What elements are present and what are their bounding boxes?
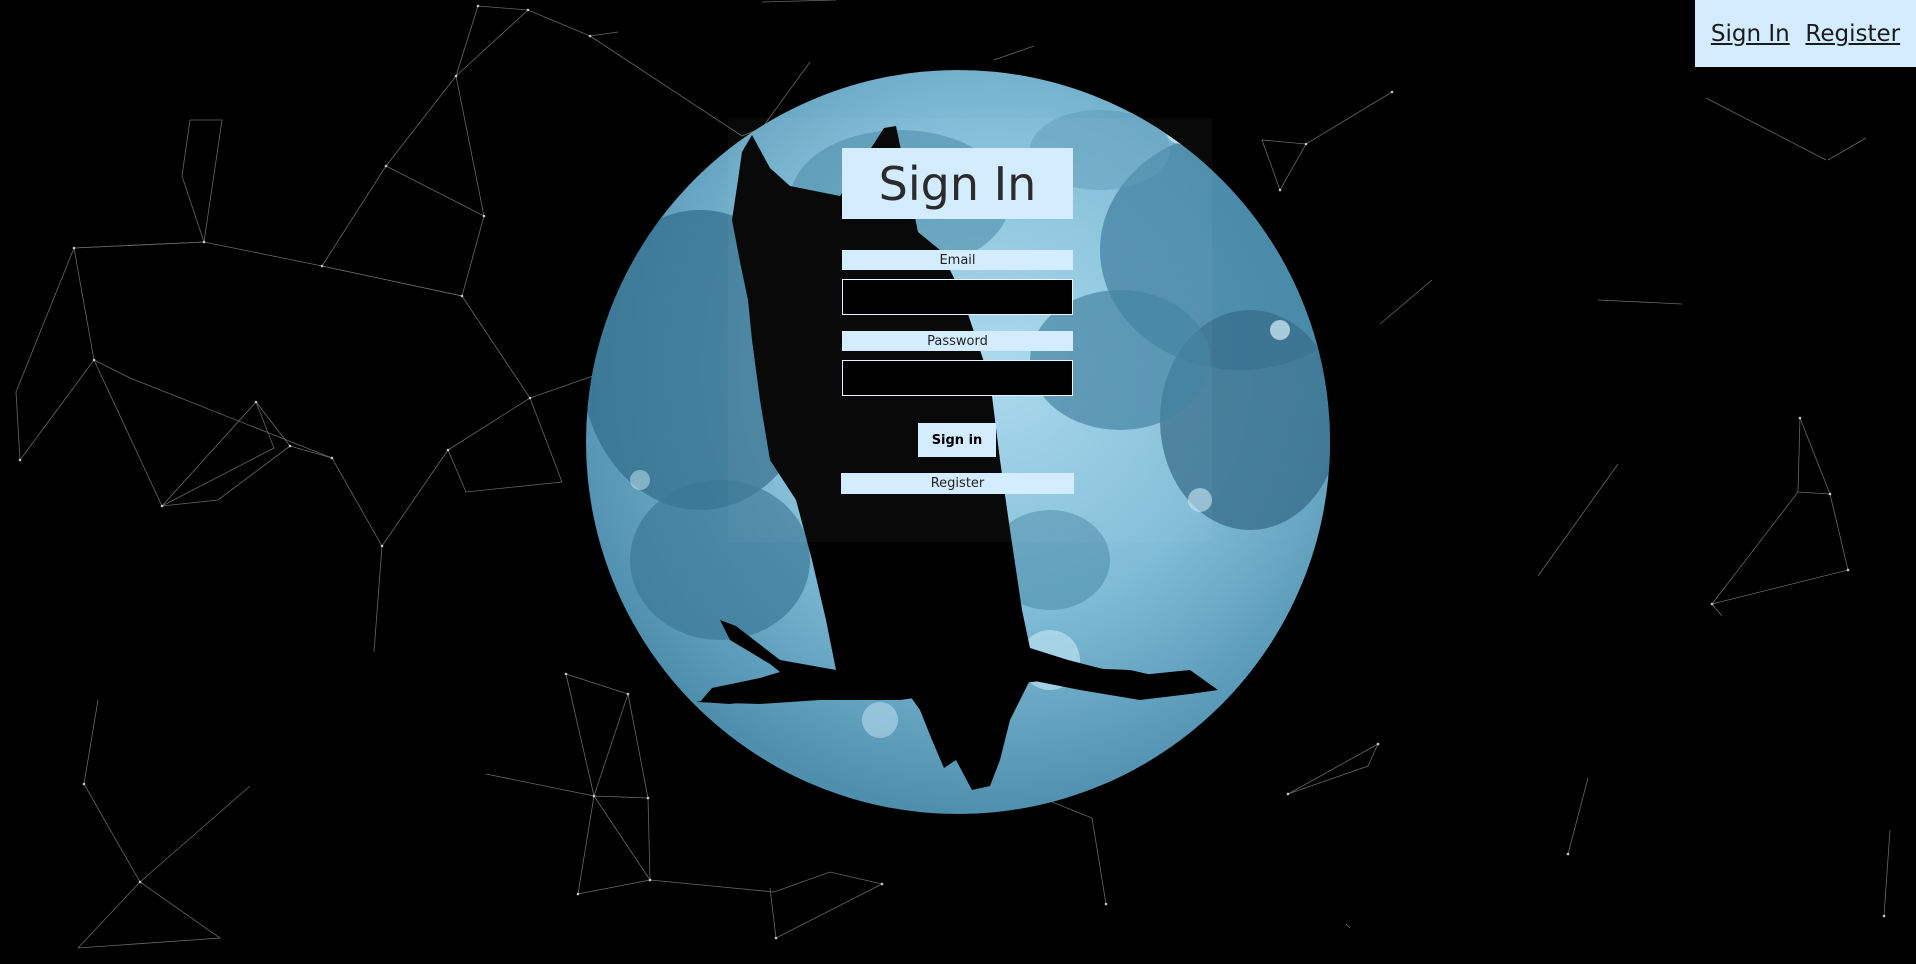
register-button[interactable]: Register: [841, 473, 1074, 494]
page: Sign In Register Sign In Email Password …: [0, 0, 1916, 964]
nav-register-link[interactable]: Register: [1805, 21, 1900, 47]
password-label: Password: [842, 331, 1073, 351]
email-field[interactable]: [842, 279, 1073, 315]
top-nav: Sign In Register: [1695, 0, 1916, 67]
password-field[interactable]: [842, 360, 1073, 396]
nav-signin-link[interactable]: Sign In: [1711, 21, 1790, 47]
email-label: Email: [842, 250, 1073, 270]
page-title: Sign In: [842, 148, 1073, 219]
signin-button[interactable]: Sign in: [918, 423, 996, 457]
